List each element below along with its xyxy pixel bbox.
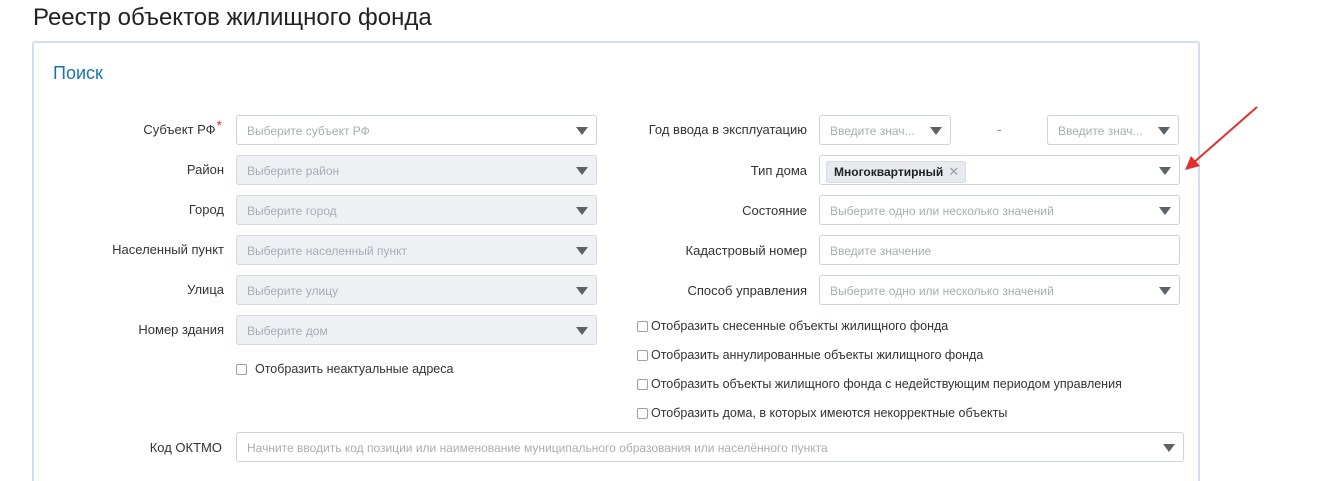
building-label: Номер здания bbox=[138, 322, 224, 337]
cadastral-input[interactable]: Введите значение bbox=[819, 235, 1180, 265]
caret-down-icon[interactable] bbox=[1159, 167, 1171, 175]
show-incorrect-objects-row[interactable]: Отобразить дома, в которых имеются некор… bbox=[637, 406, 1007, 420]
street-placeholder: Выберите улицу bbox=[247, 284, 339, 298]
show-demolished-checkbox[interactable] bbox=[637, 321, 648, 332]
show-incorrect-objects-checkbox[interactable] bbox=[637, 408, 648, 419]
show-inactive-management-label: Отобразить объекты жилищного фонда с нед… bbox=[651, 377, 1122, 391]
subject-placeholder: Выберите субъект РФ bbox=[247, 124, 370, 138]
caret-down-icon[interactable] bbox=[1159, 207, 1171, 215]
street-label: Улица bbox=[187, 282, 224, 297]
search-panel-title: Поиск bbox=[53, 63, 103, 83]
subject-label-text: Субъект РФ bbox=[143, 122, 216, 137]
cadastral-label: Кадастровый номер bbox=[685, 243, 807, 258]
house-type-label: Тип дома bbox=[750, 163, 807, 178]
management-placeholder: Выберите одно или несколько значений bbox=[830, 284, 1054, 298]
settlement-label: Населенный пункт bbox=[112, 242, 224, 257]
show-outdated-checkbox[interactable] bbox=[236, 364, 247, 375]
page-title: Реестр объектов жилищного фонда bbox=[33, 4, 432, 31]
show-outdated-row[interactable]: Отобразить неактуальные адреса bbox=[236, 362, 453, 376]
caret-down-icon[interactable] bbox=[1163, 444, 1175, 452]
caret-down-icon[interactable] bbox=[576, 327, 588, 335]
street-select[interactable]: Выберите улицу bbox=[236, 275, 597, 305]
show-outdated-label: Отобразить неактуальные адреса bbox=[255, 362, 454, 376]
subject-label: Субъект РФ* bbox=[143, 117, 222, 137]
show-demolished-label: Отобразить снесенные объекты жилищного ф… bbox=[651, 319, 949, 333]
year-from-placeholder: Введите знач... bbox=[830, 124, 915, 138]
caret-down-icon[interactable] bbox=[576, 167, 588, 175]
city-label: Город bbox=[188, 202, 224, 217]
state-placeholder: Выберите одно или несколько значений bbox=[830, 204, 1054, 218]
caret-down-icon[interactable] bbox=[576, 127, 588, 135]
caret-down-icon[interactable] bbox=[576, 207, 588, 215]
district-label: Район bbox=[186, 162, 224, 177]
building-select[interactable]: Выберите дом bbox=[236, 315, 597, 345]
show-incorrect-objects-label: Отобразить дома, в которых имеются некор… bbox=[651, 406, 1008, 420]
show-annulled-row[interactable]: Отобразить аннулированные объекты жилищн… bbox=[637, 348, 983, 362]
caret-down-icon[interactable] bbox=[576, 287, 588, 295]
caret-down-icon[interactable] bbox=[930, 127, 942, 135]
district-select[interactable]: Выберите район bbox=[236, 155, 597, 185]
required-mark: * bbox=[216, 117, 222, 133]
annotation-arrow bbox=[1185, 106, 1258, 170]
state-label: Состояние bbox=[742, 203, 807, 218]
caret-down-icon[interactable] bbox=[1158, 127, 1170, 135]
show-annulled-label: Отобразить аннулированные объекты жилищн… bbox=[651, 348, 984, 362]
management-label: Способ управления bbox=[687, 283, 808, 298]
city-select[interactable]: Выберите город bbox=[236, 195, 597, 225]
oktmo-label: Код ОКТМО bbox=[149, 440, 222, 455]
show-inactive-management-row[interactable]: Отобразить объекты жилищного фонда с нед… bbox=[637, 377, 1122, 391]
show-inactive-management-checkbox[interactable] bbox=[637, 379, 648, 390]
cadastral-placeholder: Введите значение bbox=[830, 244, 932, 258]
caret-down-icon[interactable] bbox=[1159, 287, 1171, 295]
state-select[interactable]: Выберите одно или несколько значений bbox=[819, 195, 1180, 225]
year-range-separator: - bbox=[997, 121, 1002, 137]
year-to-select[interactable]: Введите знач... bbox=[1047, 115, 1179, 145]
year-label: Год ввода в эксплуатацию bbox=[648, 122, 807, 137]
house-type-select[interactable]: Многоквартирный ✕ bbox=[819, 155, 1180, 185]
year-to-placeholder: Введите знач... bbox=[1058, 124, 1143, 138]
settlement-placeholder: Выберите населенный пункт bbox=[247, 244, 407, 258]
show-demolished-row[interactable]: Отобразить снесенные объекты жилищного ф… bbox=[637, 319, 948, 333]
show-annulled-checkbox[interactable] bbox=[637, 350, 648, 361]
oktmo-select[interactable]: Начните вводить код позиции или наименов… bbox=[236, 432, 1184, 462]
district-placeholder: Выберите район bbox=[247, 164, 340, 178]
caret-down-icon[interactable] bbox=[576, 247, 588, 255]
house-type-tag: Многоквартирный ✕ bbox=[826, 161, 967, 183]
oktmo-placeholder: Начните вводить код позиции или наименов… bbox=[247, 441, 828, 455]
settlement-select[interactable]: Выберите населенный пункт bbox=[236, 235, 597, 265]
management-select[interactable]: Выберите одно или несколько значений bbox=[819, 275, 1180, 305]
city-placeholder: Выберите город bbox=[247, 204, 337, 218]
subject-select[interactable]: Выберите субъект РФ bbox=[236, 115, 597, 145]
house-type-tag-label: Многоквартирный bbox=[834, 165, 944, 179]
building-placeholder: Выберите дом bbox=[247, 324, 328, 338]
year-from-select[interactable]: Введите знач... bbox=[819, 115, 951, 145]
remove-tag-icon[interactable]: ✕ bbox=[948, 162, 959, 182]
